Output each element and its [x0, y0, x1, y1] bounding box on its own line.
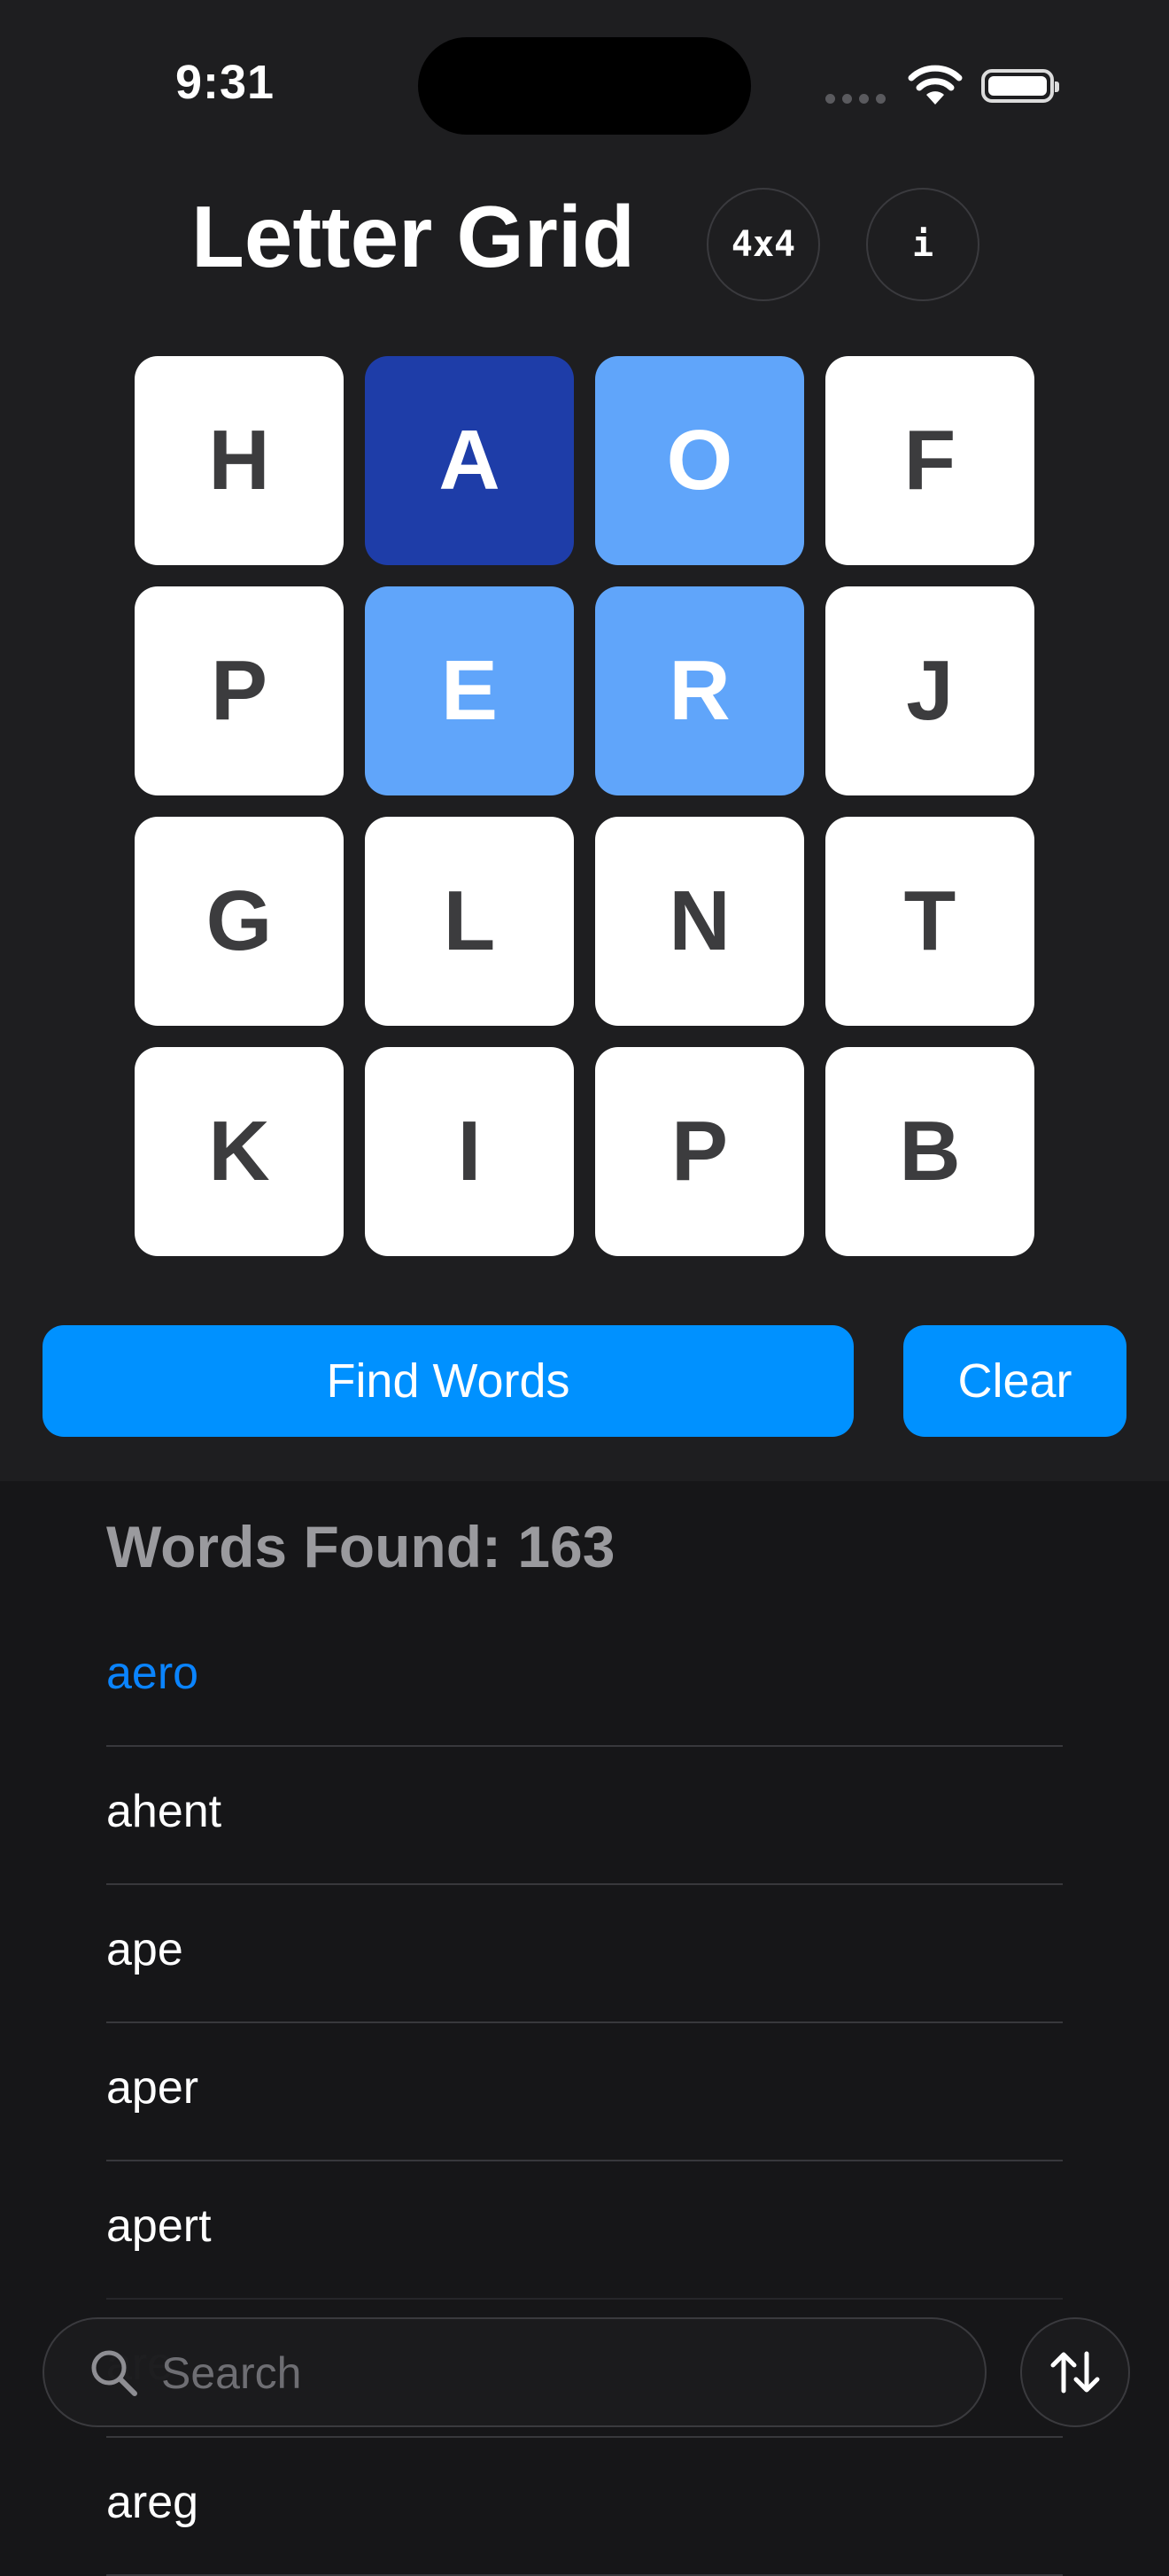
grid-size-button[interactable]: 4x4 [707, 188, 820, 301]
status-time: 9:31 [175, 56, 275, 109]
letter-tile[interactable]: O [595, 356, 804, 565]
sort-button[interactable] [1020, 2317, 1130, 2427]
letter-tile[interactable]: P [595, 1047, 804, 1256]
letter-tile[interactable]: L [365, 817, 574, 1026]
letter-tile[interactable]: F [825, 356, 1034, 565]
signal-dots-icon [825, 94, 886, 104]
letter-tile[interactable]: H [135, 356, 344, 565]
search-icon [91, 2350, 137, 2396]
word-list-item[interactable]: areg [106, 2438, 1063, 2576]
page-title: Letter Grid [191, 188, 635, 285]
find-words-button[interactable]: Find Words [43, 1325, 854, 1437]
clear-button[interactable]: Clear [903, 1325, 1126, 1437]
letter-tile[interactable]: A [365, 356, 574, 565]
letter-tile[interactable]: I [365, 1047, 574, 1256]
letter-tile[interactable]: J [825, 586, 1034, 795]
sort-arrows-icon [1050, 2351, 1100, 2394]
letter-tile[interactable]: P [135, 586, 344, 795]
word-list-item[interactable]: aper [106, 2023, 1063, 2161]
words-found-heading: Words Found: 163 [106, 1514, 615, 1579]
word-list-item[interactable]: aero [106, 1609, 1063, 1747]
letter-tile[interactable]: R [595, 586, 804, 795]
letter-tile[interactable]: K [135, 1047, 344, 1256]
word-list-item[interactable]: ape [106, 1885, 1063, 2023]
info-button[interactable]: i [866, 188, 979, 301]
search-bar[interactable] [43, 2317, 987, 2427]
letter-grid: HAOFPERJGLNTKIPB [135, 356, 1034, 1256]
letter-tile[interactable]: G [135, 817, 344, 1026]
dynamic-island [418, 37, 751, 135]
letter-tile[interactable]: N [595, 817, 804, 1026]
word-list: aeroahentapeaperapertareareg [106, 1609, 1063, 2576]
letter-tile[interactable]: T [825, 817, 1034, 1026]
search-input[interactable] [159, 2339, 942, 2408]
battery-icon [981, 69, 1059, 103]
letter-tile[interactable]: B [825, 1047, 1034, 1256]
wifi-icon [908, 65, 963, 105]
letter-tile[interactable]: E [365, 586, 574, 795]
status-icons [825, 62, 1064, 112]
word-list-item[interactable]: ahent [106, 1747, 1063, 1885]
